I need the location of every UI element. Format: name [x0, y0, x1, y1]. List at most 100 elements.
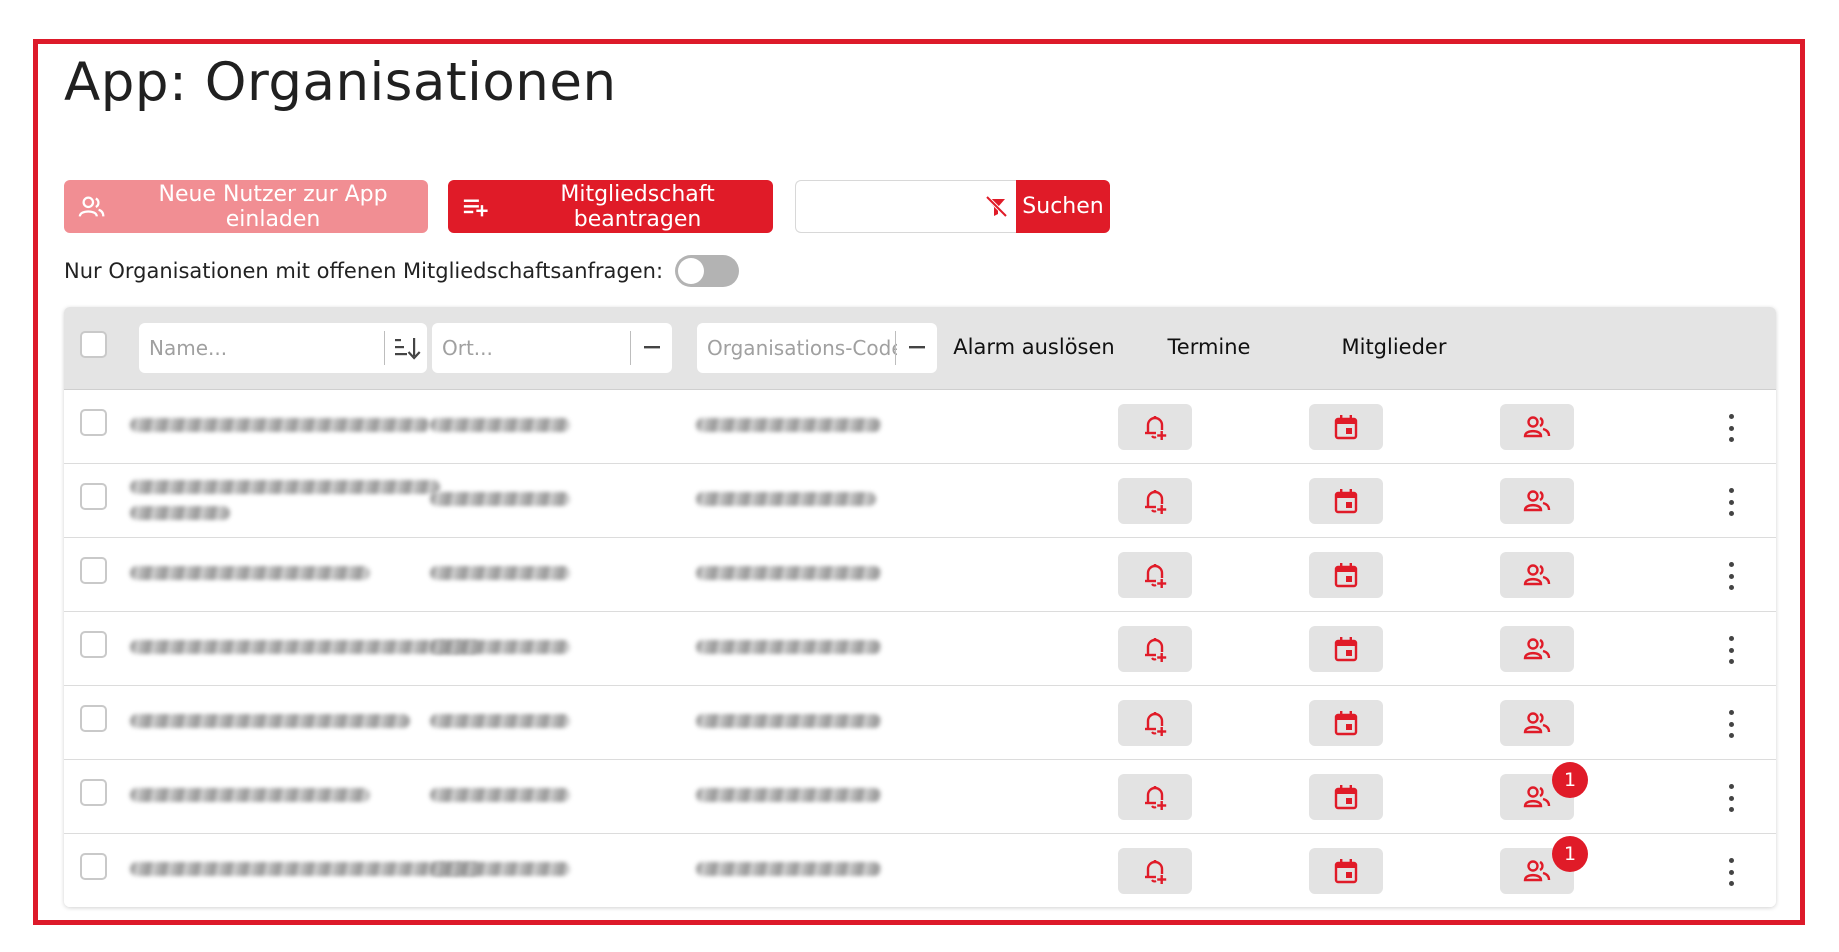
- group-icon: [1522, 858, 1552, 884]
- table-row[interactable]: 1: [64, 834, 1776, 907]
- mitglieder-button[interactable]: [1500, 700, 1574, 746]
- group-icon: [1522, 488, 1552, 514]
- more-vertical-icon[interactable]: [1724, 636, 1738, 664]
- more-vertical-icon[interactable]: [1724, 784, 1738, 812]
- bell-plus-icon: [1140, 708, 1170, 738]
- row-checkbox[interactable]: [80, 409, 107, 436]
- bell-plus-icon: [1140, 634, 1170, 664]
- calendar-icon: [1332, 857, 1360, 885]
- table-row[interactable]: 1: [64, 760, 1776, 834]
- mitglieder-button[interactable]: [1500, 478, 1574, 524]
- row-checkbox[interactable]: [80, 705, 107, 732]
- page-title: App: Organisationen: [64, 52, 617, 113]
- apply-membership-label: Mitgliedschaft beantragen: [560, 181, 715, 232]
- row-checkbox[interactable]: [80, 779, 107, 806]
- redacted-name: [130, 788, 370, 802]
- redacted-ort: [430, 418, 570, 432]
- redacted-ort: [430, 640, 570, 654]
- termine-button[interactable]: [1309, 774, 1383, 820]
- redacted-ort: [430, 788, 570, 802]
- row-checkbox[interactable]: [80, 557, 107, 584]
- group-icon: [1522, 414, 1552, 440]
- table-row[interactable]: [64, 686, 1776, 760]
- calendar-icon: [1332, 561, 1360, 589]
- apply-membership-button[interactable]: Mitgliedschaft beantragen: [448, 180, 773, 233]
- alarm-button[interactable]: [1118, 404, 1192, 450]
- search-button[interactable]: Suchen: [1016, 180, 1110, 233]
- alarm-button[interactable]: [1118, 700, 1192, 746]
- sort-icon[interactable]: [385, 323, 429, 373]
- open-requests-filter: Nur Organisationen mit offenen Mitglieds…: [64, 255, 740, 287]
- bell-plus-icon: [1140, 560, 1170, 590]
- more-vertical-icon[interactable]: [1724, 562, 1738, 590]
- mitglieder-button[interactable]: [1500, 626, 1574, 672]
- table-header: Alarm auslösen Termine Mitglieder: [64, 307, 1776, 390]
- search-input[interactable]: [804, 191, 974, 223]
- bell-plus-icon: [1140, 412, 1170, 442]
- minus-icon[interactable]: [895, 323, 939, 373]
- invite-users-button[interactable]: Neue Nutzer zur App einladen: [64, 180, 428, 233]
- group-icon: [1522, 784, 1552, 810]
- mitglieder-button[interactable]: 1: [1500, 836, 1588, 894]
- termine-button[interactable]: [1309, 478, 1383, 524]
- name-filter: [139, 323, 427, 373]
- select-all-checkbox[interactable]: [80, 331, 107, 358]
- more-vertical-icon[interactable]: [1724, 414, 1738, 442]
- more-vertical-icon[interactable]: [1724, 858, 1738, 886]
- pending-requests-badge: 1: [1552, 836, 1588, 872]
- open-requests-label: Nur Organisationen mit offenen Mitglieds…: [64, 259, 664, 283]
- alarm-button[interactable]: [1118, 774, 1192, 820]
- more-vertical-icon[interactable]: [1724, 710, 1738, 738]
- minus-icon[interactable]: [630, 323, 674, 373]
- search-field[interactable]: [795, 180, 1018, 233]
- pending-requests-badge: 1: [1552, 762, 1588, 798]
- playlist-add-icon: [463, 199, 488, 216]
- alarm-button[interactable]: [1118, 626, 1192, 672]
- redacted-code: [696, 714, 881, 728]
- more-vertical-icon[interactable]: [1724, 488, 1738, 516]
- alarm-button[interactable]: [1118, 848, 1192, 894]
- column-header-termine: Termine: [1167, 335, 1251, 359]
- row-checkbox[interactable]: [80, 631, 107, 658]
- redacted-name-line2: [130, 506, 230, 520]
- calendar-icon: [1332, 709, 1360, 737]
- termine-button[interactable]: [1309, 404, 1383, 450]
- table-row[interactable]: [64, 538, 1776, 612]
- code-filter-input[interactable]: [707, 333, 897, 363]
- redacted-name: [130, 862, 480, 876]
- calendar-icon: [1332, 635, 1360, 663]
- redacted-code: [696, 566, 881, 580]
- ort-filter: [432, 323, 672, 373]
- group-icon: [1522, 710, 1552, 736]
- termine-button[interactable]: [1309, 626, 1383, 672]
- alarm-button[interactable]: [1118, 478, 1192, 524]
- row-checkbox[interactable]: [80, 853, 107, 880]
- ort-filter-input[interactable]: [442, 333, 622, 363]
- termine-button[interactable]: [1309, 700, 1383, 746]
- open-requests-toggle[interactable]: [675, 255, 740, 287]
- column-header-alarm: Alarm auslösen: [953, 335, 1115, 359]
- row-checkbox[interactable]: [80, 483, 107, 510]
- name-filter-input[interactable]: [149, 333, 379, 363]
- bell-plus-icon: [1140, 486, 1170, 516]
- table-row[interactable]: [64, 464, 1776, 538]
- redacted-ort: [430, 862, 570, 876]
- table-row[interactable]: [64, 612, 1776, 686]
- invite-users-label: Neue Nutzer zur App einladen: [158, 181, 388, 232]
- mitglieder-button[interactable]: 1: [1500, 762, 1588, 820]
- termine-button[interactable]: [1309, 848, 1383, 894]
- group-add-icon: [78, 196, 105, 217]
- mitglieder-button[interactable]: [1500, 404, 1574, 450]
- alarm-button[interactable]: [1118, 552, 1192, 598]
- filter-off-icon[interactable]: [984, 195, 1008, 224]
- organisations-table: Alarm auslösen Termine Mitglieder 1 1: [64, 307, 1776, 907]
- column-header-mitglieder: Mitglieder: [1341, 335, 1447, 359]
- redacted-name: [130, 640, 480, 654]
- termine-button[interactable]: [1309, 552, 1383, 598]
- toggle-knob: [678, 258, 705, 284]
- table-row[interactable]: [64, 390, 1776, 464]
- redacted-ort: [430, 566, 570, 580]
- mitglieder-button[interactable]: [1500, 552, 1574, 598]
- redacted-code: [696, 640, 881, 654]
- group-icon: [1522, 636, 1552, 662]
